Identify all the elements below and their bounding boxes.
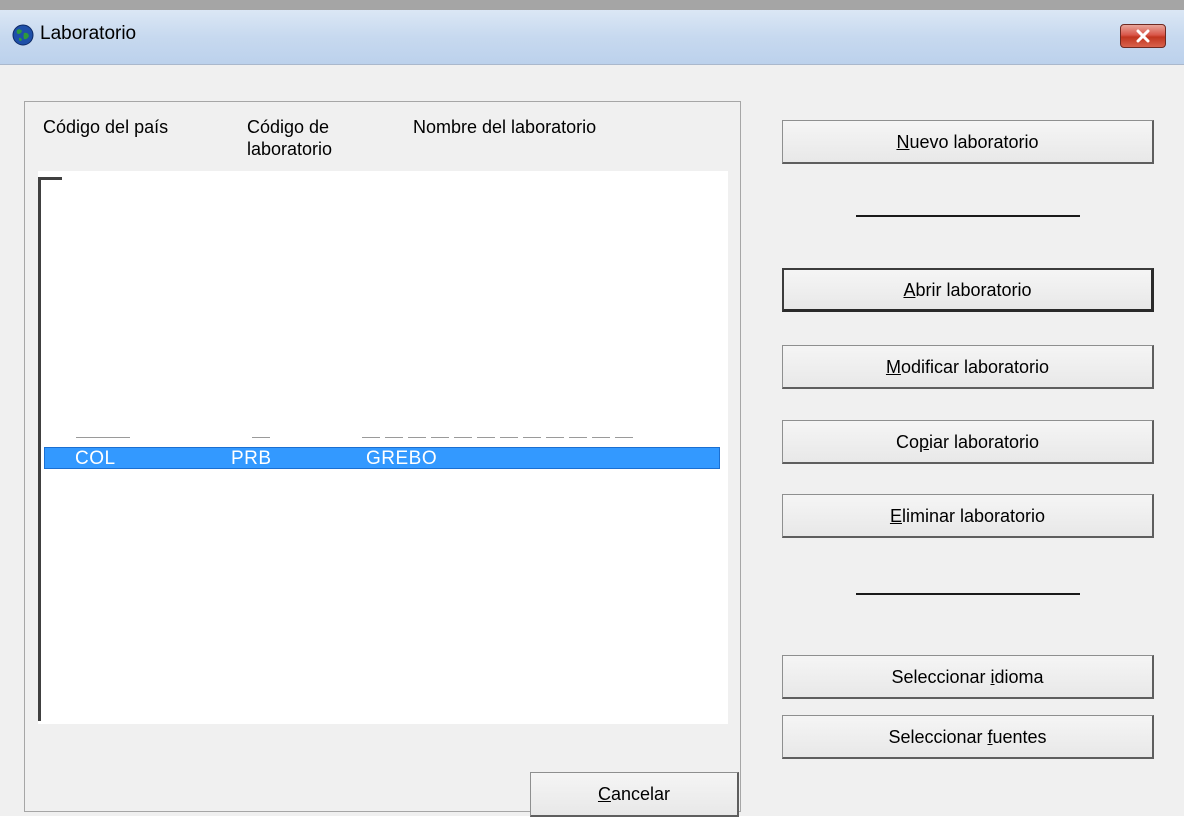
delete-laboratory-button[interactable]: Eliminar laboratorio — [782, 494, 1154, 538]
separator-top — [856, 215, 1080, 217]
copy-lab-label: iar laboratorio — [928, 431, 1040, 452]
cell-lab-name: GREBO — [366, 448, 438, 469]
copy-lab-accel: p — [918, 431, 929, 452]
open-laboratory-button[interactable]: Abrir laboratorio — [782, 268, 1154, 312]
open-lab-label: brir laboratorio — [915, 280, 1032, 300]
copy-lab-prefix: Co — [895, 431, 919, 452]
close-button[interactable] — [1120, 24, 1166, 48]
new-laboratory-button[interactable]: Nuevo laboratorio — [782, 120, 1154, 164]
column-header-lab-code-line2: laboratorio — [247, 139, 333, 159]
cancel-button[interactable]: Cancelar — [530, 772, 739, 817]
cancel-accel: C — [597, 784, 611, 804]
column-header-lab-code: Código de laboratorio — [247, 116, 332, 160]
new-lab-label: uevo laboratorio — [909, 131, 1039, 152]
cell-country-code: COL — [75, 448, 116, 469]
delete-lab-label: liminar laboratorio — [901, 505, 1046, 526]
select-language-label: dioma — [994, 666, 1044, 687]
table-row-selected[interactable]: COL PRB GREBO — [44, 447, 720, 469]
cancel-label: ancelar — [610, 784, 671, 804]
window-title: Laboratorio — [40, 23, 137, 44]
column-header-lab-name: Nombre del laboratorio — [413, 117, 597, 137]
open-lab-accel: A — [903, 280, 916, 300]
modify-laboratory-button[interactable]: Modificar laboratorio — [782, 345, 1154, 389]
faded-row-residue: ――― ― ― ― ― ― ― ― ― ― ― ― ― ― — [72, 437, 642, 445]
modify-lab-label: odificar laboratorio — [900, 356, 1050, 377]
globe-icon — [12, 24, 34, 46]
modify-lab-accel: M — [885, 356, 901, 377]
dialog-client-area: Código del país Código de laboratorio No… — [0, 65, 1184, 817]
laboratorio-dialog: Laboratorio Código del país Código de la… — [0, 0, 1184, 817]
select-fonts-prefix: Seleccionar — [888, 726, 988, 747]
title-bar: Laboratorio — [0, 10, 1184, 65]
cell-lab-code: PRB — [231, 448, 272, 469]
select-fonts-label: uentes — [992, 726, 1047, 747]
select-language-prefix: Seleccionar — [891, 666, 991, 687]
list-frame-left — [38, 177, 42, 721]
new-lab-accel: N — [896, 131, 910, 152]
select-language-button[interactable]: Seleccionar idioma — [782, 655, 1154, 699]
close-icon — [1136, 29, 1150, 43]
column-header-country-code: Código del país — [43, 117, 169, 137]
select-fonts-button[interactable]: Seleccionar fuentes — [782, 715, 1154, 759]
copy-laboratory-button[interactable]: Copiar laboratorio — [782, 420, 1154, 464]
column-header-lab-code-line1: Código de — [247, 117, 330, 137]
delete-lab-accel: E — [889, 505, 902, 526]
separator-bottom — [856, 593, 1080, 595]
